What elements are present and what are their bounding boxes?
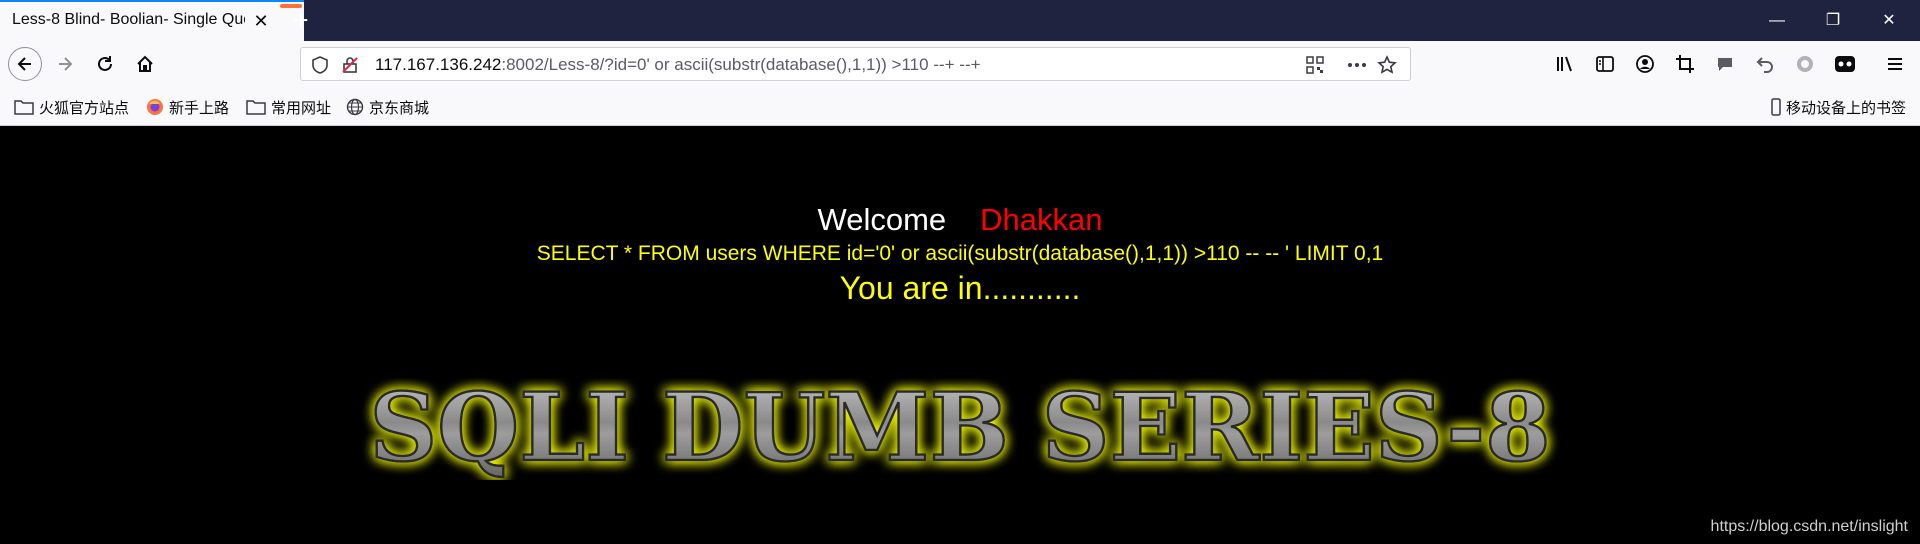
crop-icon [1676,55,1694,73]
svg-text:SQLI DUMB SERIES-8: SQLI DUMB SERIES-8 [369,378,1550,480]
url-path: :8002/Less-8/?id=0' or ascii(substr(data… [501,55,981,74]
firefox-icon [147,99,163,115]
sql-query-text: SELECT * FROM users WHERE id='0' or asci… [536,242,1384,265]
welcome-label: Welcome [817,202,947,237]
folder-icon [14,100,34,115]
extension-button[interactable] [1788,47,1822,81]
restore-button[interactable]: ❐ [1810,0,1856,41]
url-text[interactable]: 117.167.136.242:8002/Less-8/?id=0' or as… [375,55,981,75]
chat-bubble-icon [1718,58,1732,71]
welcome-line: Welcome Dhakkan [0,202,1920,238]
navigation-toolbar: 117.167.136.242:8002/Less-8/?id=0' or as… [0,41,1920,88]
containers-button[interactable] [1828,47,1862,81]
mobile-bookmarks[interactable]: 移动设备上的书签 [1771,96,1906,118]
new-tab-button[interactable]: + [286,6,316,36]
minimize-button[interactable]: — [1754,0,1800,41]
back-button[interactable] [8,47,42,81]
undo-button[interactable] [1748,47,1782,81]
home-icon [137,55,153,72]
mobile-bookmarks-label: 移动设备上的书签 [1785,99,1906,117]
reload-button[interactable] [88,47,122,81]
sidebar-icon [1596,56,1614,72]
bookmark-label: 京东商城 [369,99,430,117]
back-arrow-icon [17,57,31,71]
account-button[interactable] [1628,47,1662,81]
library-button[interactable] [1548,47,1582,81]
page-content: Welcome Dhakkan SELECT * FROM users WHERE… [0,126,1920,544]
menu-button[interactable] [1878,47,1912,81]
page-actions-icon[interactable] [1346,54,1368,76]
home-button[interactable] [128,47,162,81]
reload-icon [98,56,112,71]
bookmark-item[interactable]: 火狐官方站点 [14,96,129,118]
globe-icon [346,98,364,116]
login-status-text: You are in........... [839,270,1081,306]
watermark-text: https://blog.csdn.net/inslight [1710,518,1908,535]
welcome-username: Dhakkan [980,202,1103,237]
bookmark-label: 常用网址 [271,99,332,117]
account-icon [1636,55,1654,73]
insecure-lock-icon[interactable] [339,54,361,76]
close-window-button[interactable]: ✕ [1866,0,1912,41]
address-bar[interactable]: 117.167.136.242:8002/Less-8/?id=0' or as… [300,47,1411,81]
qr-code-icon[interactable] [1304,54,1326,76]
bookmark-item[interactable]: 新手上路 [146,96,229,118]
bookmark-item[interactable]: 京东商城 [346,96,429,118]
sqli-dumb-series-banner: SQLI DUMB SERIES-8 [368,378,1552,480]
hamburger-menu-icon [1888,58,1902,70]
bookmark-star-icon[interactable] [1376,54,1398,76]
tab-title: Less-8 Blind- Boolian- Single Quotes- St… [12,11,245,28]
folder-icon [246,100,266,115]
bookmark-label: 火狐官方站点 [39,99,130,117]
bookmark-label: 新手上路 [169,99,230,117]
library-icon [1557,56,1572,72]
shield-icon[interactable] [309,54,331,76]
tab-strip: Less-8 Blind- Boolian- Single Quotes- St… [0,0,1920,41]
close-tab-icon[interactable]: ✕ [250,10,272,32]
forward-button[interactable] [48,47,82,81]
mobile-device-icon [1771,98,1781,116]
screenshot-button[interactable] [1668,47,1702,81]
tab-active[interactable]: Less-8 Blind- Boolian- Single Quotes- St… [0,0,304,41]
mask-icon [1835,56,1855,72]
chat-button[interactable] [1708,47,1742,81]
url-host: 117.167.136.242 [375,55,502,74]
bookmarks-toolbar: 火狐官方站点 新手上路 常用网址 京东商城 移动设备上的书签 [0,88,1920,126]
sidebar-button[interactable] [1588,47,1622,81]
bookmark-item[interactable]: 常用网址 [246,96,331,118]
forward-arrow-icon [59,57,73,71]
circle-extension-icon [1797,56,1813,72]
undo-icon [1756,57,1773,73]
